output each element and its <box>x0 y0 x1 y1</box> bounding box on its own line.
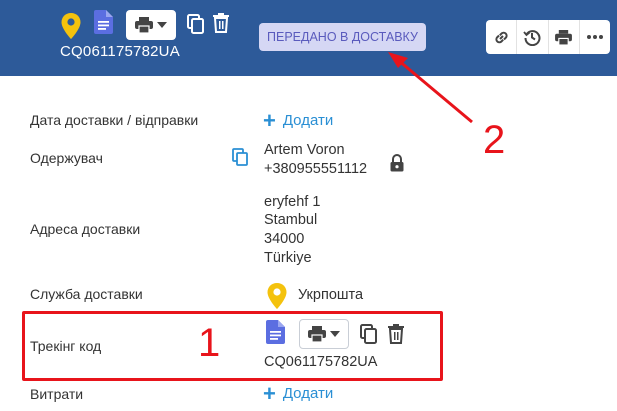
link-button[interactable] <box>486 20 518 54</box>
copy-icon[interactable] <box>360 324 377 344</box>
print-icon <box>555 29 573 45</box>
add-delivery-date-label: Додати <box>282 112 334 129</box>
add-costs-label: Додати <box>282 385 334 402</box>
map-pin-icon <box>61 13 81 39</box>
printer-icon <box>308 326 326 342</box>
header-bar: CQ061175782UA ПЕРЕДАНО В ДОСТАВКУ <box>0 0 617 76</box>
plus-icon: + <box>263 380 276 406</box>
document-icon[interactable] <box>266 320 285 344</box>
history-button[interactable] <box>517 20 549 54</box>
recipient-name: Artem Voron <box>264 142 345 158</box>
address-label: Адреса доставки <box>30 221 141 237</box>
status-badge: ПЕРЕДАНО В ДОСТАВКУ <box>259 23 426 51</box>
recipient-phone: +380955551112 <box>264 161 368 177</box>
print-dropdown-button[interactable] <box>126 10 176 40</box>
add-delivery-date-link[interactable]: + Додати <box>263 107 334 133</box>
header-tracking-code: CQ061175782UA <box>60 43 180 60</box>
annotation-arrow <box>388 52 473 124</box>
delivery-date-label: Дата доставки / відправки <box>30 112 199 128</box>
map-pin-icon <box>267 283 287 309</box>
print-dropdown-button[interactable] <box>299 319 349 349</box>
trash-icon[interactable] <box>213 13 229 33</box>
address-line-2: Stambul <box>264 212 318 228</box>
plus-icon: + <box>263 107 276 133</box>
add-costs-link[interactable]: + Додати <box>263 380 334 406</box>
delivery-service-name: Укрпошта <box>298 287 364 303</box>
annotation-number-2: 2 <box>483 118 506 162</box>
chevron-down-icon <box>330 331 340 337</box>
tracking-code-value: CQ061175782UA <box>264 354 378 370</box>
more-button[interactable] <box>580 20 610 54</box>
document-icon[interactable] <box>94 10 113 34</box>
address-line-4: Türkiye <box>264 250 312 266</box>
address-line-1: eryfehf 1 <box>264 194 321 210</box>
delivery-service-label: Служба доставки <box>30 286 143 302</box>
print-button[interactable] <box>549 20 580 54</box>
link-icon <box>495 31 508 43</box>
trash-icon[interactable] <box>388 324 404 344</box>
address-line-3: 34000 <box>264 231 305 247</box>
action-button-group <box>486 20 610 54</box>
annotation-number-1: 1 <box>198 321 221 365</box>
recipient-label: Одержувач <box>30 150 103 166</box>
copy-icon[interactable] <box>187 14 204 34</box>
copy-icon[interactable] <box>232 148 249 166</box>
costs-label: Витрати <box>30 386 84 402</box>
lock-icon <box>390 154 404 172</box>
history-icon <box>523 30 541 46</box>
printer-icon <box>135 17 153 33</box>
chevron-down-icon <box>157 22 167 28</box>
more-icon <box>586 35 603 39</box>
tracking-code-label: Трекінг код <box>30 338 102 354</box>
